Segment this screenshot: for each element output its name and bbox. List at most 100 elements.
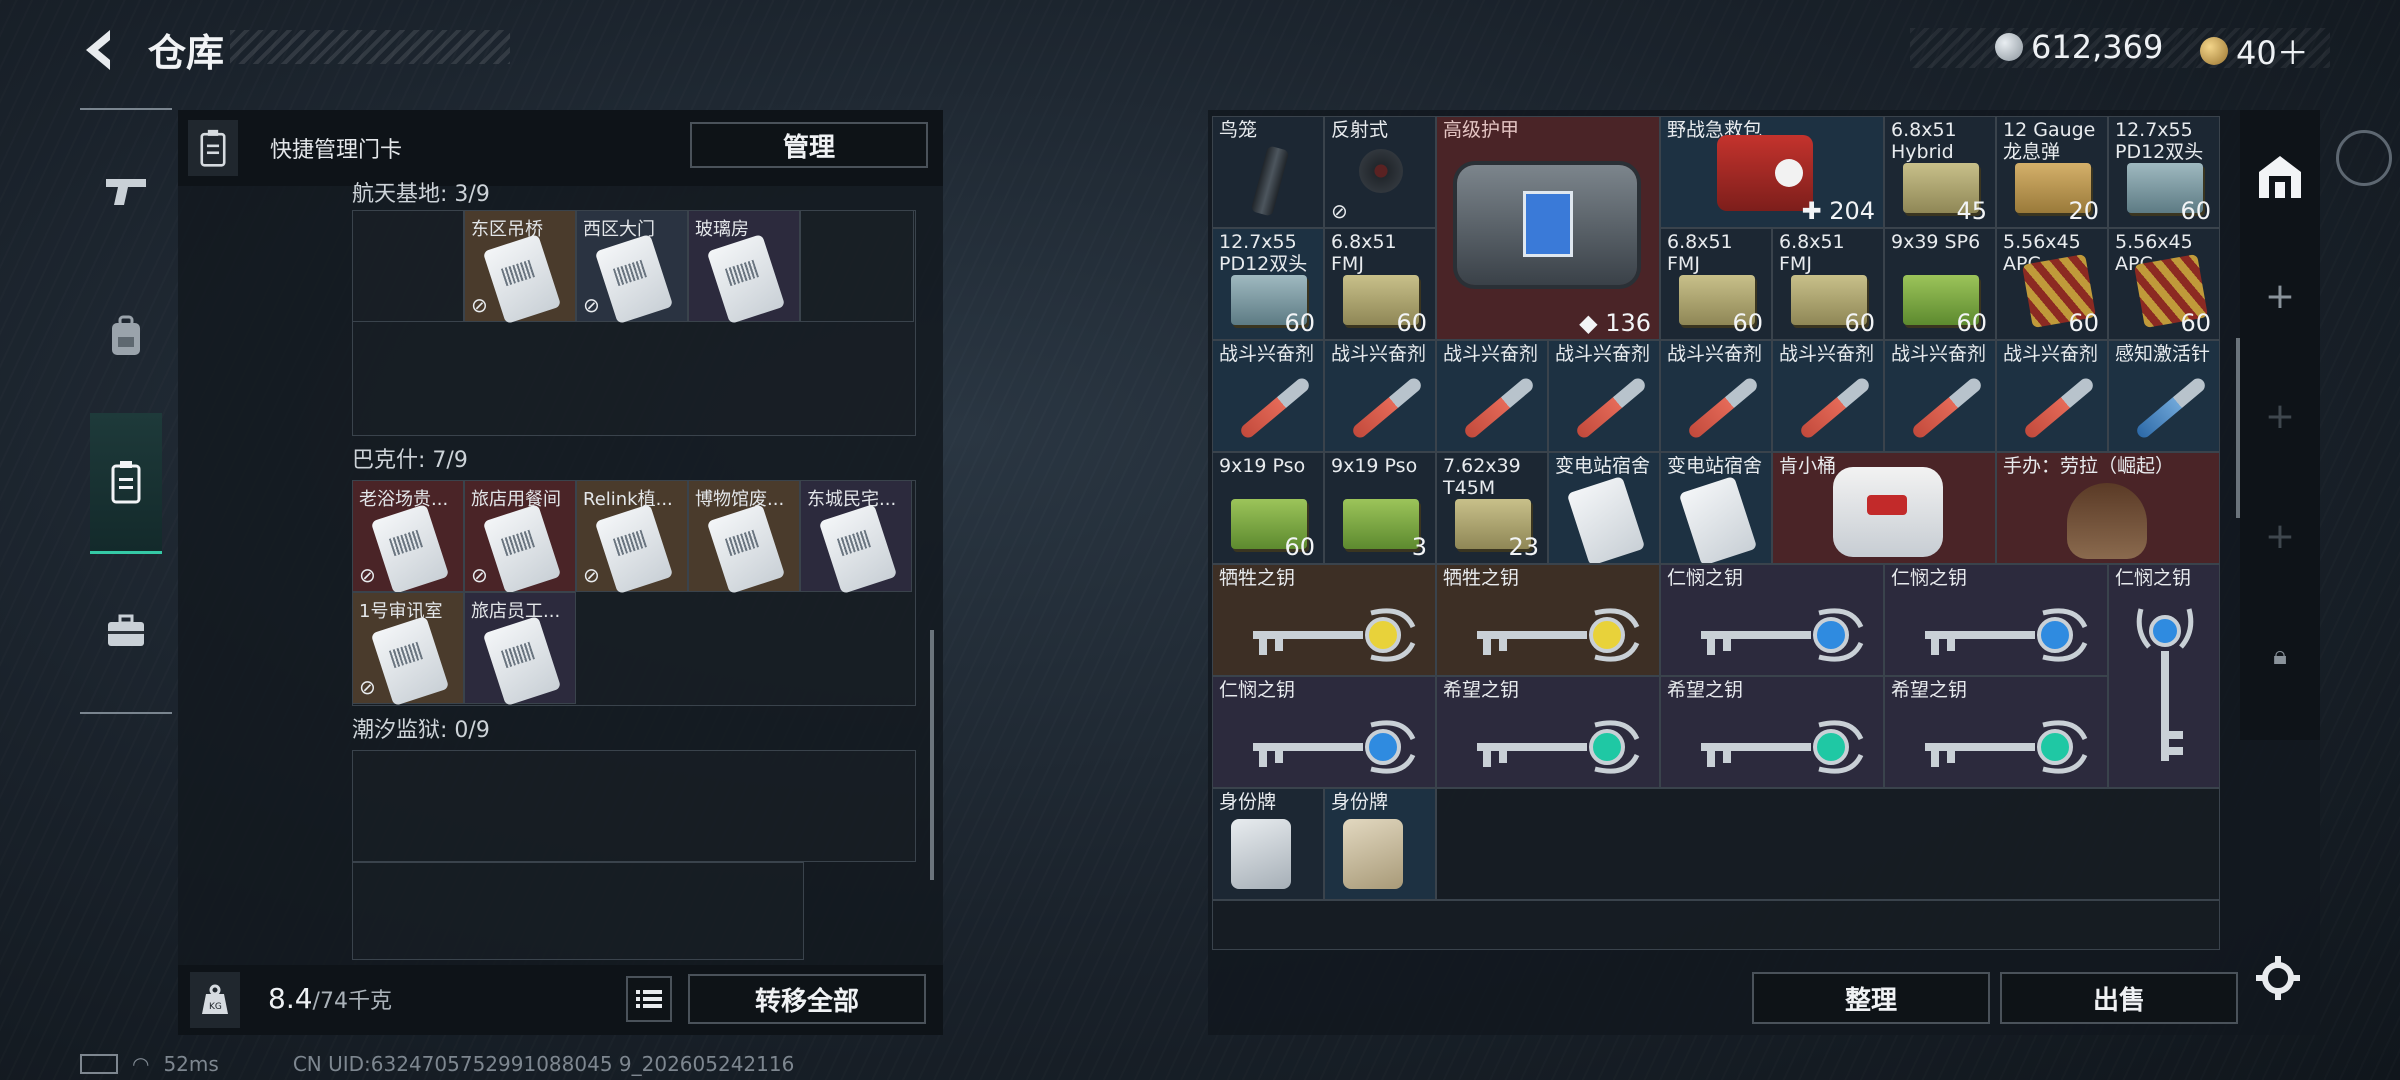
keycard-name: 博物馆废... [695, 489, 785, 510]
item-cell[interactable]: 9x19 Pso 3 [1324, 452, 1436, 564]
keycard-item[interactable]: 博物馆废... [688, 480, 800, 595]
item-cell[interactable]: 6.8x51 FMJ 60 [1324, 228, 1436, 340]
dogtag-item[interactable]: 身份牌 [1212, 788, 1324, 900]
keycard-item[interactable]: 变电站宿舍 [1548, 452, 1660, 564]
item-cell[interactable]: 5.56x45 APC 60 [1996, 228, 2108, 340]
item-cell[interactable]: 9x39 SP6 60 [1884, 228, 1996, 340]
empty-slot[interactable] [800, 210, 914, 322]
list-view-button[interactable] [626, 976, 672, 1022]
key-item[interactable]: 仁悯之钥 [1660, 564, 1884, 676]
keycard-item[interactable]: 西区大门 ⊘ [576, 210, 688, 325]
lock-icon[interactable]: 🔒︎ [2240, 616, 2320, 696]
item-name: 6.8x51 FMJ [1667, 231, 1733, 275]
keycard-item[interactable]: 变电站宿舍 [1660, 452, 1772, 564]
item-cell[interactable]: 反射式 ⊘ [1324, 116, 1436, 228]
key-item[interactable]: 希望之钥 [1436, 676, 1660, 788]
target-icon [2336, 130, 2392, 186]
sort-button[interactable]: 整理 [1752, 972, 1990, 1024]
item-cell[interactable]: 12.7x55 PD12双头 60 [2108, 116, 2220, 228]
item-cell-medkit[interactable]: 野战急救包 ✚ 204 [1660, 116, 1884, 228]
item-name: 战斗兴奋剂 [1219, 343, 1315, 365]
key-item[interactable]: 仁悯之钥 [1212, 676, 1436, 788]
item-cell[interactable]: 战斗兴奋剂 [1324, 340, 1436, 452]
item-cell[interactable]: 12.7x55 PD12双头 60 [1212, 228, 1324, 340]
keycard-item[interactable]: 东城民宅... [800, 480, 912, 595]
item-cell[interactable]: 9x19 Pso 60 [1212, 452, 1324, 564]
gold-amount: 40＋ [2236, 34, 2309, 72]
settings-button[interactable] [2252, 952, 2304, 1004]
item-cell[interactable]: 战斗兴奋剂 [1212, 340, 1324, 452]
keycard-item[interactable]: 老浴场贵... ⊘ [352, 480, 464, 595]
item-cell[interactable]: 6.8x51 Hybrid 45 [1884, 116, 1996, 228]
sell-button[interactable]: 出售 [2000, 972, 2238, 1024]
item-cell[interactable]: 战斗兴奋剂 [1660, 340, 1772, 452]
item-cell[interactable]: 战斗兴奋剂 [1996, 340, 2108, 452]
tab-keycards[interactable] [90, 413, 162, 554]
item-cell[interactable]: 战斗兴奋剂 [1884, 340, 1996, 452]
key-item[interactable]: 希望之钥 [1884, 676, 2108, 788]
empty-slot[interactable] [352, 210, 464, 322]
key-item[interactable]: 牺牲之钥 [1436, 564, 1660, 676]
tab-backpack[interactable] [90, 300, 162, 372]
keycard-image [594, 233, 674, 325]
item-cell[interactable]: 12 Gauge 龙息弹 20 [1996, 116, 2108, 228]
item-cell[interactable]: 战斗兴奋剂 [1436, 340, 1548, 452]
key-image [1925, 608, 2088, 662]
keycard-item[interactable]: 玻璃房 [688, 210, 800, 325]
svg-text:KG: KG [209, 1002, 222, 1012]
dogtag-item[interactable]: 身份牌 [1324, 788, 1436, 900]
backpack-icon [112, 315, 140, 355]
keycard-name: 东城民宅... [807, 489, 897, 510]
item-cell[interactable]: 5.56x45 APC 60 [2108, 228, 2220, 340]
item-cell-collectible[interactable]: 手办：劳拉（崛起） [1996, 452, 2220, 564]
tab-storage-main[interactable] [2240, 136, 2320, 216]
item-name: 7.62x39 T45M [1443, 455, 1521, 499]
plus-icon[interactable]: + [2240, 256, 2320, 336]
item-count: 20 [2068, 197, 2099, 225]
key-item[interactable]: 牺牲之钥 [1212, 564, 1436, 676]
item-cell[interactable]: 战斗兴奋剂 [1772, 340, 1884, 452]
item-name: 肯小桶 [1779, 455, 1837, 477]
item-count: 23 [1508, 533, 1539, 561]
item-cell-armor[interactable]: 高级护甲 ◆ 136 [1436, 116, 1660, 340]
item-cell-collectible[interactable]: 肯小桶 [1772, 452, 1996, 564]
keycard-item[interactable]: 旅店员工... [464, 592, 576, 707]
tab-weapons[interactable] [90, 155, 162, 227]
empty-slot[interactable] [1212, 900, 2220, 950]
durability-readout: ◆ 136 [1579, 309, 1651, 337]
item-name: 12.7x55 PD12双头 [2115, 119, 2204, 163]
no-loss-icon: ⊘ [471, 563, 488, 587]
item-cell[interactable]: 战斗兴奋剂 [1548, 340, 1660, 452]
keycard-icon [188, 120, 238, 176]
empty-slot[interactable] [352, 862, 804, 960]
keycard-name: Relink植... [583, 489, 673, 510]
gear-icon [2256, 956, 2300, 1000]
empty-slot[interactable] [1436, 788, 2220, 900]
item-name: 希望之钥 [1443, 679, 1520, 701]
item-cell[interactable]: 7.62x39 T45M 23 [1436, 452, 1548, 564]
key-image [1701, 720, 1864, 774]
keycard-item[interactable]: 1号审讯室 ⊘ [352, 592, 464, 707]
key-item[interactable]: 仁悯之钥 [1884, 564, 2108, 676]
keycard-item[interactable]: Relink植... ⊘ [576, 480, 688, 595]
item-cell[interactable]: 6.8x51 FMJ 60 [1772, 228, 1884, 340]
warehouse-icon [2259, 156, 2301, 198]
item-cell[interactable]: 6.8x51 FMJ 60 [1660, 228, 1772, 340]
keycard-item[interactable]: 旅店用餐间 ⊘ [464, 480, 576, 595]
item-cell[interactable]: 感知激活针 [2108, 340, 2220, 452]
back-arrow-icon[interactable] [76, 26, 124, 74]
item-name: 6.8x51 FMJ [1779, 231, 1845, 275]
key-item[interactable]: 希望之钥 [1660, 676, 1884, 788]
plus-icon[interactable]: + [2240, 496, 2320, 576]
keycard-item[interactable]: 东区吊桥 ⊘ [464, 210, 576, 325]
plus-icon[interactable]: + [2240, 376, 2320, 456]
tab-cases[interactable] [90, 595, 162, 667]
left-scrollbar[interactable] [930, 630, 934, 880]
gold-currency[interactable]: 40＋ [2200, 28, 2309, 74]
manage-button[interactable]: 管理 [690, 122, 928, 168]
item-cell[interactable]: 鸟笼 [1212, 116, 1324, 228]
empty-slot[interactable] [352, 750, 916, 862]
key-item[interactable]: 仁悯之钥 [2108, 564, 2220, 788]
transfer-all-button[interactable]: 转移全部 [688, 974, 926, 1024]
no-loss-icon: ⊘ [583, 563, 600, 587]
